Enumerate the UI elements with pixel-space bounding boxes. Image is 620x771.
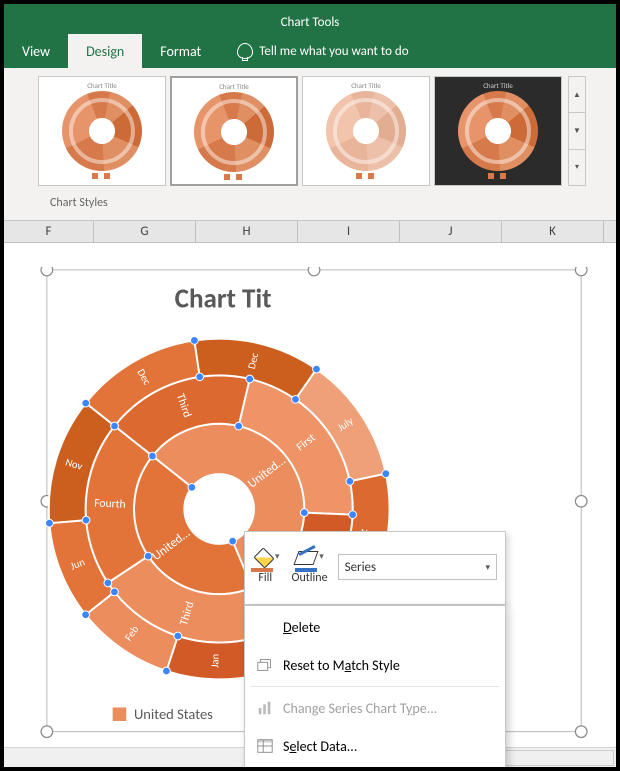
svg-text:Jan: Jan	[208, 654, 221, 668]
context-menu: Delete Reset to Match Style Change Serie…	[244, 605, 506, 771]
contextual-tab-title: Chart Tools	[4, 4, 616, 34]
chart-type-icon	[255, 698, 275, 718]
mini-outline-button[interactable]: ▾ Outline	[286, 532, 334, 604]
lightbulb-icon	[237, 43, 253, 59]
col-header[interactable]: J	[400, 221, 502, 242]
col-header[interactable]: H	[196, 221, 298, 242]
col-header[interactable]: K	[502, 221, 604, 242]
chart-style-3[interactable]: Chart Title	[302, 76, 430, 186]
tab-design[interactable]: Design	[68, 34, 142, 68]
gallery-scroll-up[interactable]: ▲	[569, 77, 585, 113]
mini-toolbar: ▾ Fill ▾ Outline Series ▾	[244, 531, 506, 605]
svg-text:United States: United States	[134, 705, 213, 723]
column-headers: F G H I J K	[4, 221, 616, 243]
ctx-reset-to-match[interactable]: Reset to Match Style	[245, 646, 505, 684]
tab-format[interactable]: Format	[142, 34, 219, 68]
chart-styles-group-label: Chart Styles	[4, 190, 616, 220]
chart-style-2-selected[interactable]: Chart Title	[170, 76, 298, 186]
ctx-select-data[interactable]: Select Data...	[245, 727, 505, 765]
gallery-scroll-down[interactable]: ▼	[569, 113, 585, 149]
tell-me-search[interactable]: Tell me what you want to do	[219, 34, 426, 68]
col-header[interactable]: G	[94, 221, 196, 242]
reset-icon	[255, 655, 275, 675]
chart-title[interactable]: Chart Tit	[175, 283, 272, 316]
chevron-down-icon: ▾	[275, 551, 280, 562]
ctx-3d-rotation: 3-D Rotation...	[245, 765, 505, 771]
col-header[interactable]: F	[4, 221, 94, 242]
chevron-down-icon: ▾	[485, 562, 490, 573]
svg-text:Fourth: Fourth	[94, 496, 126, 511]
gallery-spinner[interactable]: ▲ ▼ ▾	[568, 76, 586, 186]
select-data-icon	[255, 736, 275, 756]
worksheet-area[interactable]: Chart Tit United States Uni United…Unite…	[4, 243, 616, 747]
mini-fill-button[interactable]: ▾ Fill	[245, 532, 286, 604]
ribbon-tabs: View Design Format Tell me what you want…	[4, 34, 616, 68]
outline-icon	[295, 551, 317, 569]
chart-styles-gallery: Chart Title Chart Title Chart Title Char…	[4, 68, 616, 221]
app-window: Chart Tools View Design Format Tell me w…	[0, 0, 620, 771]
tab-view[interactable]: View	[4, 34, 68, 68]
fill-icon	[251, 551, 273, 569]
chart-style-1[interactable]: Chart Title	[38, 76, 166, 186]
col-header[interactable]: I	[298, 221, 400, 242]
gallery-more[interactable]: ▾	[569, 150, 585, 185]
chart-style-4[interactable]: Chart Title	[434, 76, 562, 186]
ctx-delete[interactable]: Delete	[245, 608, 505, 646]
ctx-change-series-type: Change Series Chart Type...	[245, 689, 505, 727]
chevron-down-icon: ▾	[319, 551, 324, 562]
chart-element-selector[interactable]: Series ▾	[338, 554, 497, 580]
